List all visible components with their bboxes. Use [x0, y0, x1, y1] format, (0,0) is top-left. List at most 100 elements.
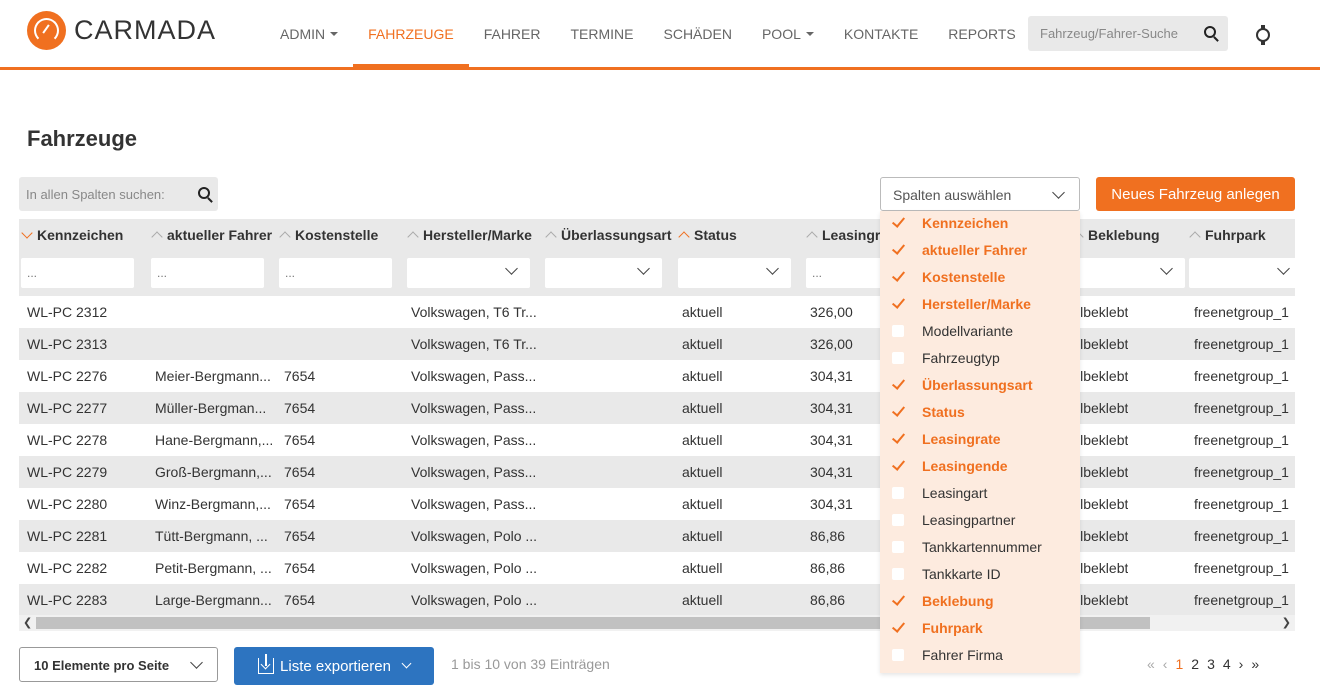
search-icon[interactable]	[1204, 26, 1216, 38]
column-filter[interactable]: ...	[279, 258, 392, 288]
column-header[interactable]: Kennzeichen	[21, 227, 123, 243]
checkbox-icon[interactable]	[892, 568, 904, 580]
table-row[interactable]: WL-PC 2281 Tütt-Bergmann, ... 7654 Volkswag…	[19, 520, 1295, 552]
column-filter[interactable]	[407, 258, 530, 288]
table-row[interactable]: WL-PC 2312 Volkswagen, T6 Tr... aktuell 326…	[19, 296, 1295, 328]
nav-item-schäden[interactable]: SCHÄDEN	[649, 0, 747, 67]
nav-item-admin[interactable]: ADMIN	[265, 0, 353, 67]
column-filter[interactable]: ...	[21, 258, 134, 288]
table-row[interactable]: WL-PC 2276 Meier-Bergmann... 7654 Volkswage…	[19, 360, 1295, 392]
column-option[interactable]: Status	[892, 402, 965, 422]
page-number[interactable]: 4	[1223, 656, 1231, 672]
column-header[interactable]: aktueller Fahrer	[151, 227, 272, 243]
table-cell: Winz-Bergmann,...	[155, 496, 271, 512]
table-row[interactable]: WL-PC 2283 Large-Bergmann... 7654 Volkswage…	[19, 584, 1295, 616]
scroll-right-arrow-icon[interactable]: ❯	[1282, 616, 1291, 629]
checkmark-icon[interactable]	[892, 460, 904, 472]
table-row[interactable]: WL-PC 2279 Groß-Bergmann,... 7654 Volkswage…	[19, 456, 1295, 488]
column-option[interactable]: Hersteller/Marke	[892, 294, 1031, 314]
column-filter[interactable]	[545, 258, 662, 288]
column-header[interactable]: Hersteller/Marke	[407, 227, 532, 243]
search-icon[interactable]	[198, 187, 210, 199]
table-row[interactable]: WL-PC 2313 Volkswagen, T6 Tr... aktuell 326…	[19, 328, 1295, 360]
column-filter[interactable]: ...	[151, 258, 264, 288]
checkbox-icon[interactable]	[892, 649, 904, 661]
column-option[interactable]: Leasingrate	[892, 429, 1001, 449]
table-row[interactable]: WL-PC 2282 Petit-Bergmann, ... 7654 Volkswa…	[19, 552, 1295, 584]
table-search-input[interactable]: In allen Spalten suchen:	[19, 177, 218, 211]
column-header[interactable]: Fuhrpark	[1189, 227, 1266, 243]
first-page-icon[interactable]: «	[1147, 656, 1155, 672]
brand-logo[interactable]: CARMADA	[27, 11, 216, 50]
checkmark-icon[interactable]	[892, 298, 904, 310]
page-number[interactable]: 1	[1175, 656, 1183, 672]
column-filter[interactable]	[1189, 258, 1295, 288]
settings-gear-icon[interactable]	[1256, 25, 1270, 45]
column-option[interactable]: Fahrer Firma	[892, 645, 1003, 665]
column-option[interactable]: Fahrzeugtyp	[892, 348, 1000, 368]
column-header[interactable]: Beklebung	[1072, 227, 1160, 243]
table-cell: 7654	[284, 528, 316, 544]
checkbox-icon[interactable]	[892, 352, 904, 364]
checkbox-icon[interactable]	[892, 514, 904, 526]
column-header[interactable]: Status	[678, 227, 737, 243]
page-number[interactable]: 3	[1207, 656, 1215, 672]
checkmark-icon[interactable]	[892, 217, 904, 229]
nav-item-label: REPORTS	[948, 25, 1016, 42]
column-filter[interactable]	[678, 258, 791, 288]
pagination: « ‹ 1234 › »	[1143, 656, 1263, 672]
nav-item-termine[interactable]: TERMINE	[556, 0, 649, 67]
column-filter[interactable]	[1072, 258, 1185, 288]
checkmark-icon[interactable]	[892, 433, 904, 445]
table-row[interactable]: WL-PC 2277 Müller-Bergman... 7654 Volkswage…	[19, 392, 1295, 424]
table-cell: 86,86	[810, 560, 846, 576]
column-header-label: Kostenstelle	[295, 227, 379, 243]
column-header[interactable]: Überlassungsart	[545, 227, 671, 243]
table-row[interactable]: WL-PC 2278 Hane-Bergmann,... 7654 Volkswage…	[19, 424, 1295, 456]
column-option[interactable]: Tankkartennummer	[892, 537, 1042, 557]
checkmark-icon[interactable]	[892, 271, 904, 283]
column-option[interactable]: Modellvariante	[892, 321, 1013, 341]
sort-icon	[21, 227, 33, 239]
page-size-select[interactable]: 10 Elemente pro Seite	[19, 647, 218, 682]
nav-item-reports[interactable]: REPORTS	[933, 0, 1030, 67]
checkbox-icon[interactable]	[892, 487, 904, 499]
prev-page-icon[interactable]: ‹	[1163, 656, 1168, 672]
scroll-left-arrow-icon[interactable]: ❮	[23, 616, 32, 629]
column-option-label: Überlassungsart	[922, 377, 1033, 393]
next-page-icon[interactable]: ›	[1239, 656, 1244, 672]
column-option[interactable]: Kennzeichen	[892, 213, 1008, 233]
column-select-dropdown[interactable]: Spalten auswählen	[880, 177, 1080, 211]
column-option[interactable]: Leasingart	[892, 483, 987, 503]
checkmark-icon[interactable]	[892, 622, 904, 634]
nav-item-pool[interactable]: POOL	[747, 0, 829, 67]
global-search-input[interactable]: Fahrzeug/Fahrer-Suche	[1028, 16, 1228, 51]
nav-item-fahrer[interactable]: FAHRER	[469, 0, 556, 67]
checkmark-icon[interactable]	[892, 379, 904, 391]
checkbox-icon[interactable]	[892, 325, 904, 337]
column-option[interactable]: Fuhrpark	[892, 618, 983, 638]
table-cell: Volkswagen, Polo ...	[411, 528, 538, 544]
column-option[interactable]: Beklebung	[892, 591, 994, 611]
column-option[interactable]: Leasingpartner	[892, 510, 1015, 530]
checkmark-icon[interactable]	[892, 406, 904, 418]
table-cell: Tütt-Bergmann, ...	[155, 528, 268, 544]
checkmark-icon[interactable]	[892, 244, 904, 256]
last-page-icon[interactable]: »	[1251, 656, 1259, 672]
table-row[interactable]: WL-PC 2280 Winz-Bergmann,... 7654 Volkswage…	[19, 488, 1295, 520]
export-list-button[interactable]: Liste exportieren	[234, 647, 434, 685]
nav-item-fahrzeuge[interactable]: FAHRZEUGE	[353, 0, 469, 68]
checkmark-icon[interactable]	[892, 595, 904, 607]
page-number[interactable]: 2	[1191, 656, 1199, 672]
horizontal-scrollbar[interactable]: ❮ ❯	[19, 615, 1295, 631]
column-header[interactable]: Kostenstelle	[279, 227, 379, 243]
column-option[interactable]: Kostenstelle	[892, 267, 1005, 287]
nav-item-kontakte[interactable]: KONTAKTE	[829, 0, 933, 67]
column-option[interactable]: Überlassungsart	[892, 375, 1032, 395]
checkbox-icon[interactable]	[892, 541, 904, 553]
column-option[interactable]: aktueller Fahrer	[892, 240, 1027, 260]
new-vehicle-button[interactable]: Neues Fahrzeug anlegen	[1096, 177, 1295, 211]
column-option[interactable]: Leasingende	[892, 456, 1008, 476]
table-cell: Volkswagen, Pass...	[411, 496, 537, 512]
column-option[interactable]: Tankkarte ID	[892, 564, 1001, 584]
